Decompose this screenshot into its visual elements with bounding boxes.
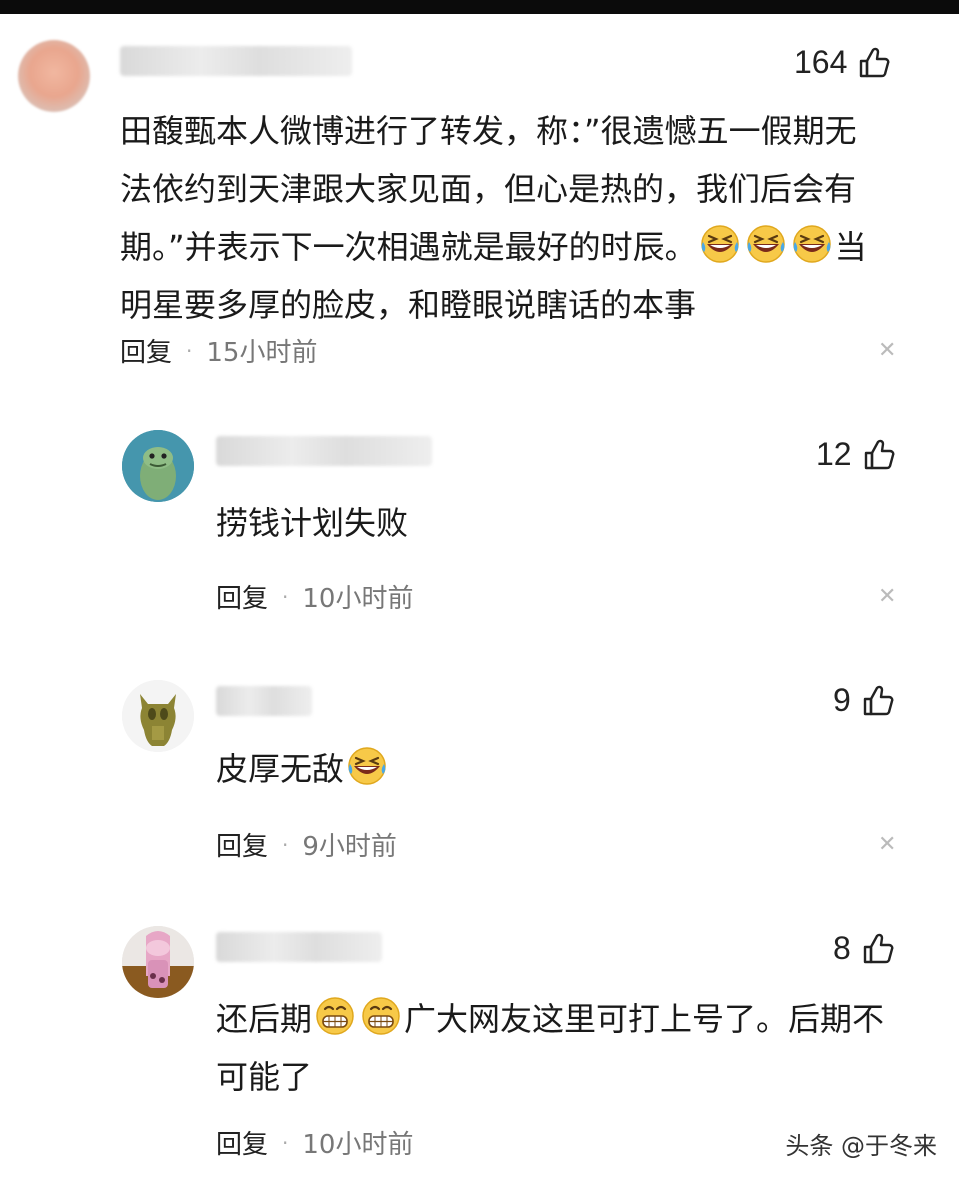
avatar[interactable] xyxy=(122,430,194,502)
close-icon[interactable]: ✕ xyxy=(878,832,896,857)
thumbs-up-icon xyxy=(861,932,895,966)
thumbs-up-icon xyxy=(862,438,896,472)
thumbs-up-icon xyxy=(857,46,891,80)
timestamp: 9小时前 xyxy=(302,832,397,862)
comment-line-tail: 当 xyxy=(834,228,867,266)
grinning-emoji-icon xyxy=(313,994,357,1038)
comment-meta: 回复 · 10小时前 xyxy=(216,1124,413,1161)
comment-text: 捞钱计划失败 xyxy=(216,504,409,542)
avatar-image xyxy=(122,430,194,502)
comment-text: 皮厚无敌 xyxy=(216,740,390,798)
separator-dot: · xyxy=(282,584,289,609)
comment-line-text: 期。”并表示下一次相遇就是最好的时辰。 xyxy=(120,228,697,266)
like-count: 12 xyxy=(816,436,852,472)
close-icon[interactable]: ✕ xyxy=(878,338,896,363)
comment-text-part: 还后期 xyxy=(216,1000,313,1038)
reply-button[interactable]: 回复 xyxy=(120,332,172,369)
thumbs-up-icon xyxy=(861,684,895,718)
laughing-crying-emoji-icon xyxy=(698,222,742,266)
timestamp: 10小时前 xyxy=(302,1130,414,1160)
avatar[interactable] xyxy=(122,680,194,752)
like-button[interactable]: 9 xyxy=(833,682,895,719)
laughing-crying-emoji-icon xyxy=(744,222,788,266)
grinning-emoji-icon xyxy=(359,994,403,1038)
avatar-image xyxy=(122,926,194,998)
reply-button[interactable]: 回复 xyxy=(216,578,268,615)
separator-dot: · xyxy=(282,1130,289,1155)
reply-button[interactable]: 回复 xyxy=(216,826,268,863)
comment-text: 田馥甄本人微博进行了转发，称：”很遗憾五一假期无 法依约到天津跟大家见面，但心是… xyxy=(120,102,920,334)
separator-dot: · xyxy=(186,338,193,363)
watermark: 头条 @于冬来 xyxy=(785,1132,937,1160)
comment-line: 还后期 广大网友这里可打上号了。后期不 xyxy=(216,990,936,1048)
reply-button[interactable]: 回复 xyxy=(216,1124,268,1161)
username-blurred[interactable] xyxy=(216,436,432,466)
username-blurred[interactable] xyxy=(216,686,312,716)
avatar[interactable] xyxy=(122,926,194,998)
close-icon[interactable]: ✕ xyxy=(878,584,896,609)
like-button[interactable]: 8 xyxy=(833,930,895,967)
timestamp: 15小时前 xyxy=(206,338,318,368)
like-count: 8 xyxy=(833,930,851,966)
like-button[interactable]: 164 xyxy=(794,44,891,81)
comment-line: 明星要多厚的脸皮，和瞪眼说瞎话的本事 xyxy=(120,286,697,324)
comment-meta: 回复 · 10小时前 xyxy=(216,578,413,615)
like-count: 9 xyxy=(833,682,851,718)
comment-line: 田馥甄本人微博进行了转发，称：”很遗憾五一假期无 xyxy=(120,112,857,150)
laughing-crying-emoji-icon xyxy=(790,222,834,266)
username-blurred[interactable] xyxy=(120,46,352,76)
top-status-bar xyxy=(0,0,959,14)
separator-dot: · xyxy=(282,832,289,857)
timestamp: 10小时前 xyxy=(302,584,414,614)
comment-line: 期。”并表示下一次相遇就是最好的时辰。 当 xyxy=(120,218,920,276)
comment-line: 可能了 xyxy=(216,1058,313,1096)
avatar[interactable] xyxy=(18,40,90,112)
like-count: 164 xyxy=(794,44,848,80)
avatar-image xyxy=(122,680,194,752)
comment-text: 还后期 广大网友这里可打上号了。后期不 可能了 xyxy=(216,990,936,1106)
comment-text-content: 皮厚无敌 xyxy=(216,750,345,788)
comment-meta: 回复 · 9小时前 xyxy=(216,826,397,863)
laughing-crying-emoji-icon xyxy=(345,744,389,788)
like-button[interactable]: 12 xyxy=(816,436,896,473)
username-blurred[interactable] xyxy=(216,932,382,962)
comment-text-part: 广大网友这里可打上号了。后期不 xyxy=(404,1000,885,1038)
comment-meta: 回复 · 15小时前 xyxy=(120,332,317,369)
comment-line: 法依约到天津跟大家见面，但心是热的，我们后会有 xyxy=(120,170,857,208)
